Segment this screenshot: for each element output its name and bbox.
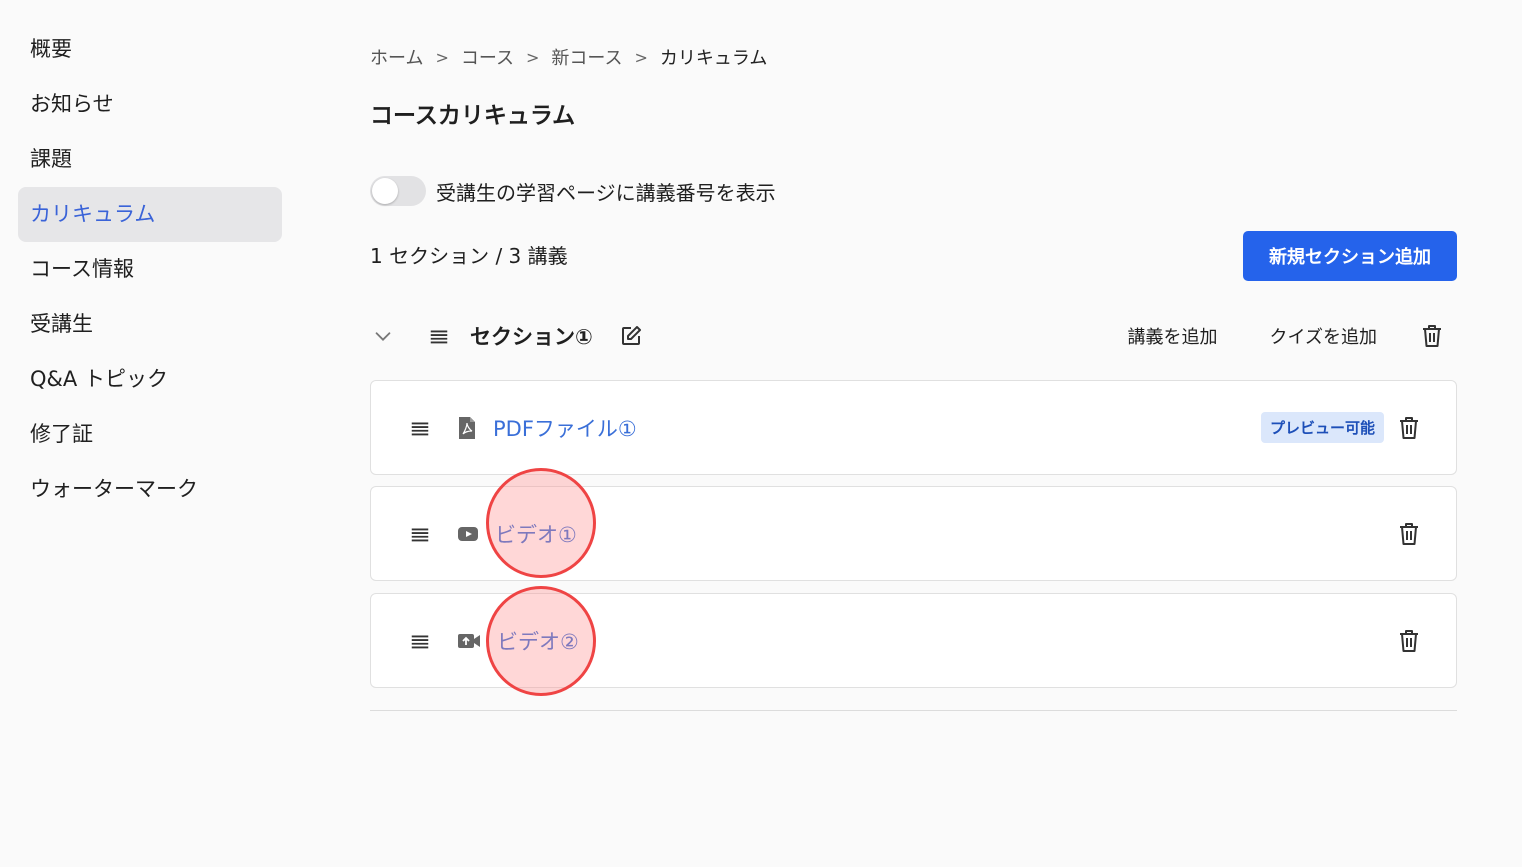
drag-handle-icon[interactable]: [409, 630, 431, 652]
sidebar-item-students[interactable]: 受講生: [18, 297, 282, 352]
sidebar-item-qa-topics[interactable]: Q&A トピック: [18, 352, 282, 407]
breadcrumb-new-course[interactable]: 新コース: [551, 44, 622, 70]
breadcrumb: ホーム > コース > 新コース > カリキュラム: [370, 44, 767, 70]
drag-handle-icon[interactable]: [409, 417, 431, 439]
breadcrumb-courses[interactable]: コース: [461, 44, 514, 70]
breadcrumb-separator: >: [435, 47, 449, 67]
add-quiz-button[interactable]: クイズを追加: [1270, 323, 1377, 349]
lecture-number-toggle[interactable]: [370, 176, 426, 206]
sidebar-item-watermark[interactable]: ウォーターマーク: [18, 462, 282, 517]
breadcrumb-home[interactable]: ホーム: [370, 44, 423, 70]
page-title: コースカリキュラム: [370, 103, 576, 129]
delete-lecture-icon[interactable]: [1398, 629, 1420, 653]
sidebar: 概要 お知らせ 課題 カリキュラム コース情報 受講生 Q&A トピック 修了証…: [18, 22, 282, 517]
delete-section-icon[interactable]: [1421, 324, 1443, 348]
sidebar-item-certificate[interactable]: 修了証: [18, 407, 282, 462]
add-lecture-button[interactable]: 講義を追加: [1128, 323, 1218, 349]
youtube-icon: [457, 525, 479, 543]
toggle-label: 受講生の学習ページに講義番号を表示: [436, 180, 776, 205]
add-section-button[interactable]: 新規セクション追加: [1243, 231, 1457, 281]
drag-handle-icon[interactable]: [409, 523, 431, 545]
chevron-down-icon[interactable]: [372, 325, 394, 347]
lecture-title[interactable]: PDFファイル①: [493, 413, 637, 443]
drag-handle-icon[interactable]: [428, 325, 450, 347]
breadcrumb-separator: >: [634, 47, 648, 67]
sidebar-item-assignments[interactable]: 課題: [18, 132, 282, 187]
breadcrumb-separator: >: [525, 47, 540, 67]
section-header: セクション① 講義を追加 クイズを追加: [370, 310, 1457, 362]
toggle-knob: [372, 178, 398, 204]
delete-lecture-icon[interactable]: [1398, 522, 1420, 546]
edit-icon[interactable]: [619, 324, 643, 348]
lecture-item: PDFファイル① プレビュー可能: [370, 380, 1457, 475]
section-divider: [370, 710, 1457, 711]
pdf-file-icon: [457, 416, 477, 440]
delete-lecture-icon[interactable]: [1398, 416, 1420, 440]
sidebar-item-curriculum[interactable]: カリキュラム: [18, 187, 282, 242]
video-upload-icon: [457, 632, 481, 650]
curriculum-summary: 1 セクション / 3 講義: [370, 244, 568, 268]
breadcrumb-current: カリキュラム: [659, 48, 768, 69]
highlight-marker: [486, 586, 596, 696]
sidebar-item-announcements[interactable]: お知らせ: [18, 77, 282, 132]
sidebar-item-overview[interactable]: 概要: [18, 22, 282, 77]
lecture-number-toggle-row: 受講生の学習ページに講義番号を表示: [370, 176, 776, 206]
section-actions: 講義を追加 クイズを追加: [1128, 323, 1457, 349]
sidebar-item-course-info[interactable]: コース情報: [18, 242, 282, 297]
preview-badge: プレビュー可能: [1260, 412, 1384, 443]
section-title: セクション①: [470, 325, 593, 349]
highlight-marker: [486, 468, 596, 578]
